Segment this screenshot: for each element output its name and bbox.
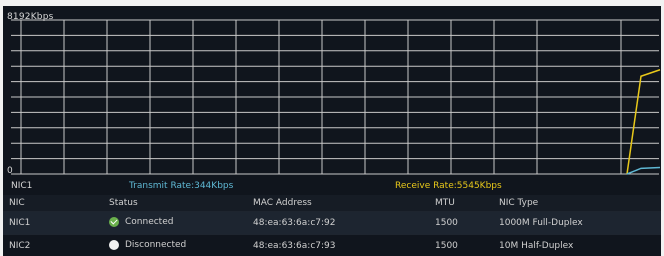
transmit-rate-label: Transmit Rate:344Kbps	[129, 181, 234, 191]
table-row-nic1[interactable]: NIC1 Connected 48:ea:63:6a:c7:92 1500 10…	[3, 211, 661, 235]
transmit-rate-series-line	[626, 166, 661, 175]
nic-name-cell: NIC2	[3, 234, 109, 256]
traffic-chart: 8192Kbps 0	[3, 6, 661, 178]
y-axis-min-label: 0	[7, 166, 13, 176]
column-header-status: Status	[109, 195, 253, 212]
nic-table: NIC Status MAC Address MTU NIC Type NIC1…	[3, 195, 661, 256]
status-cell: Connected	[109, 211, 253, 235]
table-row-nic2[interactable]: NIC2 Disconnected 48:ea:63:6a:c7:93 1500…	[3, 234, 661, 256]
status-text: Connected	[125, 216, 174, 227]
chart-nic-label: NIC1	[11, 181, 33, 191]
traffic-chart-svg	[11, 19, 661, 175]
column-header-mtu: MTU	[435, 195, 499, 212]
mtu-cell: 1500	[435, 211, 499, 235]
nic-table-header-row: NIC Status MAC Address MTU NIC Type	[3, 195, 661, 212]
column-header-nic: NIC	[3, 195, 109, 212]
mac-address-cell: 48:ea:63:6a:c7:92	[253, 211, 435, 235]
status-text: Disconnected	[125, 239, 187, 250]
status-cell: Disconnected	[109, 234, 253, 256]
y-axis-max-label: 8192Kbps	[7, 12, 54, 22]
receive-rate-label: Receive Rate:5545Kbps	[395, 181, 502, 191]
network-status-panel: 8192Kbps 0 NIC1 Transmit Rate:344Kbps Re…	[3, 6, 661, 256]
column-header-mac: MAC Address	[253, 195, 435, 212]
mac-address-cell: 48:ea:63:6a:c7:93	[253, 234, 435, 256]
column-header-nic-type: NIC Type	[499, 195, 661, 212]
nic-type-cell: 1000M Full-Duplex	[499, 211, 661, 235]
empty-circle-icon	[109, 239, 119, 250]
check-circle-icon	[109, 216, 119, 227]
nic-type-cell: 10M Half-Duplex	[499, 234, 661, 256]
mtu-cell: 1500	[435, 234, 499, 256]
rate-bar: NIC1 Transmit Rate:344Kbps Receive Rate:…	[3, 179, 661, 195]
nic-name-cell: NIC1	[3, 211, 109, 235]
